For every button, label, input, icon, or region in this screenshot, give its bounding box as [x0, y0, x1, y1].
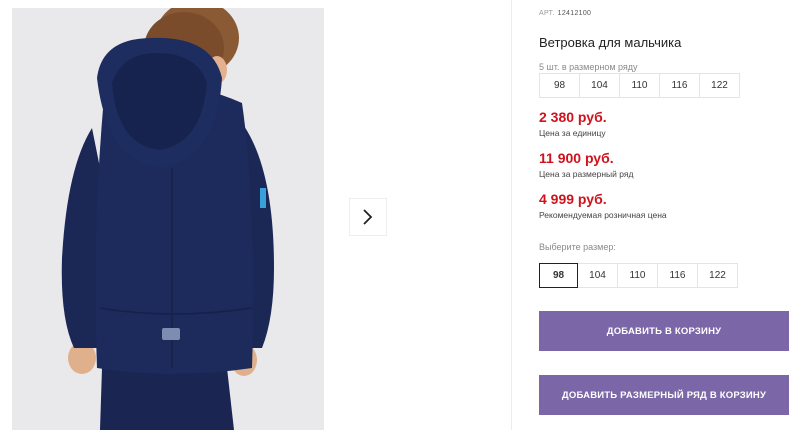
size-selector: 98 104 110 116 122 [539, 263, 738, 288]
choose-size-label: Выберите размер: [539, 242, 616, 252]
product-photo [12, 8, 324, 430]
unit-price: 2 380 руб. [539, 109, 607, 125]
set-price: 11 900 руб. [539, 150, 614, 166]
size-option-116[interactable]: 116 [657, 263, 698, 288]
chevron-right-icon [363, 209, 373, 225]
size-option-98[interactable]: 98 [539, 263, 578, 288]
retail-price-label: Рекомендуемая розничная цена [539, 210, 667, 220]
article-value: 12412100 [557, 10, 592, 17]
pack-size: 116 [659, 73, 700, 98]
retail-price: 4 999 руб. [539, 191, 607, 207]
article-label: АРТ. [539, 10, 555, 17]
product-title: Ветровка для мальчика [539, 35, 682, 50]
product-gallery [0, 0, 510, 430]
pack-size-list: 98 104 110 116 122 [539, 73, 740, 98]
add-to-cart-button[interactable]: ДОБАВИТЬ В КОРЗИНУ [539, 311, 789, 351]
pack-note: 5 шт. в размерном ряду [539, 62, 638, 72]
pack-size: 110 [619, 73, 660, 98]
column-divider [511, 0, 512, 430]
article-number: АРТ. 12412100 [539, 10, 591, 17]
set-price-label: Цена за размерный ряд [539, 169, 634, 179]
gallery-next-button[interactable] [349, 198, 387, 236]
pack-size: 98 [539, 73, 580, 98]
size-option-104[interactable]: 104 [577, 263, 618, 288]
size-option-110[interactable]: 110 [617, 263, 658, 288]
add-set-to-cart-button[interactable]: ДОБАВИТЬ РАЗМЕРНЫЙ РЯД В КОРЗИНУ [539, 375, 789, 415]
pack-size: 122 [699, 73, 740, 98]
pack-size: 104 [579, 73, 620, 98]
unit-price-label: Цена за единицу [539, 128, 606, 138]
size-option-122[interactable]: 122 [697, 263, 738, 288]
